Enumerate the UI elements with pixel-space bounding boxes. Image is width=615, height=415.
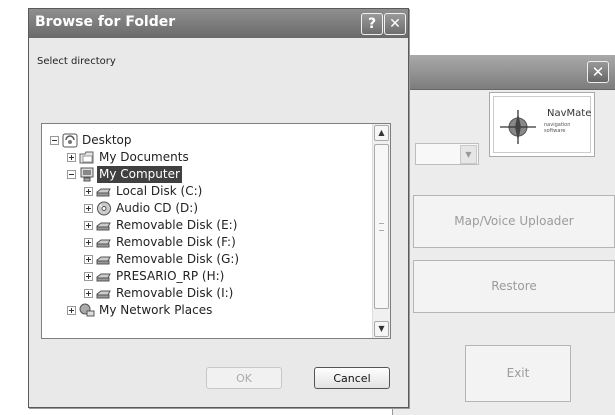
help-button[interactable]: ?	[361, 13, 383, 35]
scroll-up-button[interactable]: ▲	[374, 125, 389, 141]
exit-button[interactable]: Exit	[465, 345, 571, 402]
dialog-prompt: Select directory	[37, 56, 116, 67]
expand-icon[interactable]	[84, 289, 93, 298]
computer-icon	[79, 167, 95, 182]
dialog-title: Browse for Folder	[35, 14, 176, 30]
scroll-down-button[interactable]: ▼	[374, 321, 389, 337]
expand-icon[interactable]	[67, 153, 76, 162]
network-icon	[79, 303, 95, 318]
collapse-icon[interactable]	[67, 170, 76, 179]
tree-item-label[interactable]: Desktop	[80, 132, 134, 149]
folder-tree[interactable]: Desktop My Documents My Computer Local Disk…	[41, 123, 391, 339]
disk-icon	[96, 286, 112, 301]
disk-icon	[96, 218, 112, 233]
logo-tagline: navigation software	[544, 122, 571, 134]
tree-item-label[interactable]: My Documents	[97, 149, 191, 166]
browse-for-folder-dialog: Browse for Folder ? ✕ Select directory D…	[28, 8, 409, 408]
tree-item-label[interactable]: My Network Places	[97, 302, 214, 319]
expand-icon[interactable]	[84, 204, 93, 213]
close-button[interactable]: ✕	[384, 13, 406, 35]
folder-icon	[79, 150, 95, 165]
desktop-icon	[62, 133, 78, 148]
expand-icon[interactable]	[84, 187, 93, 196]
chevron-down-icon[interactable]: ▼	[460, 145, 477, 164]
expand-icon[interactable]	[67, 306, 76, 315]
compass-icon	[500, 110, 536, 144]
background-titlebar: ✕	[393, 55, 615, 90]
expand-icon[interactable]	[84, 272, 93, 281]
expand-icon[interactable]	[84, 238, 93, 247]
tree-scrollbar[interactable]: ▲ ▼	[372, 124, 390, 338]
expand-icon[interactable]	[84, 221, 93, 230]
tree-item-label[interactable]: Removable Disk (E:)	[114, 217, 239, 234]
logo-name: NavMate	[547, 108, 592, 119]
tree-item-label[interactable]: PRESARIO_RP (H:)	[114, 268, 226, 285]
device-select[interactable]: ▼	[415, 143, 479, 165]
restore-button[interactable]: Restore	[413, 260, 615, 313]
tree-item-label[interactable]: My Computer	[97, 166, 182, 183]
ok-button[interactable]: OK	[206, 367, 282, 389]
tree-item-label[interactable]: Removable Disk (I:)	[114, 285, 235, 302]
map-voice-uploader-button[interactable]: Map/Voice Uploader	[413, 195, 615, 248]
scroll-thumb[interactable]	[374, 144, 389, 309]
cancel-button[interactable]: Cancel	[314, 367, 390, 389]
disk-icon	[96, 184, 112, 199]
navmate-logo: NavMate navigation software	[489, 92, 595, 157]
dialog-titlebar: Browse for Folder ? ✕	[29, 9, 408, 38]
disk-icon	[96, 235, 112, 250]
disk-icon	[96, 269, 112, 284]
disk-icon	[96, 252, 112, 267]
background-close-button[interactable]: ✕	[587, 61, 609, 83]
tree-item-label[interactable]: Local Disk (C:)	[114, 183, 204, 200]
background-app-window: ✕ NavMate navigation software ▼ Map/Voic…	[392, 55, 615, 415]
tree-item-label[interactable]: Audio CD (D:)	[114, 200, 200, 217]
tree-item-label[interactable]: Removable Disk (F:)	[114, 234, 238, 251]
cd-icon	[96, 201, 112, 216]
tree-item-label[interactable]: Removable Disk (G:)	[114, 251, 241, 268]
expand-icon[interactable]	[84, 255, 93, 264]
collapse-icon[interactable]	[50, 136, 59, 145]
